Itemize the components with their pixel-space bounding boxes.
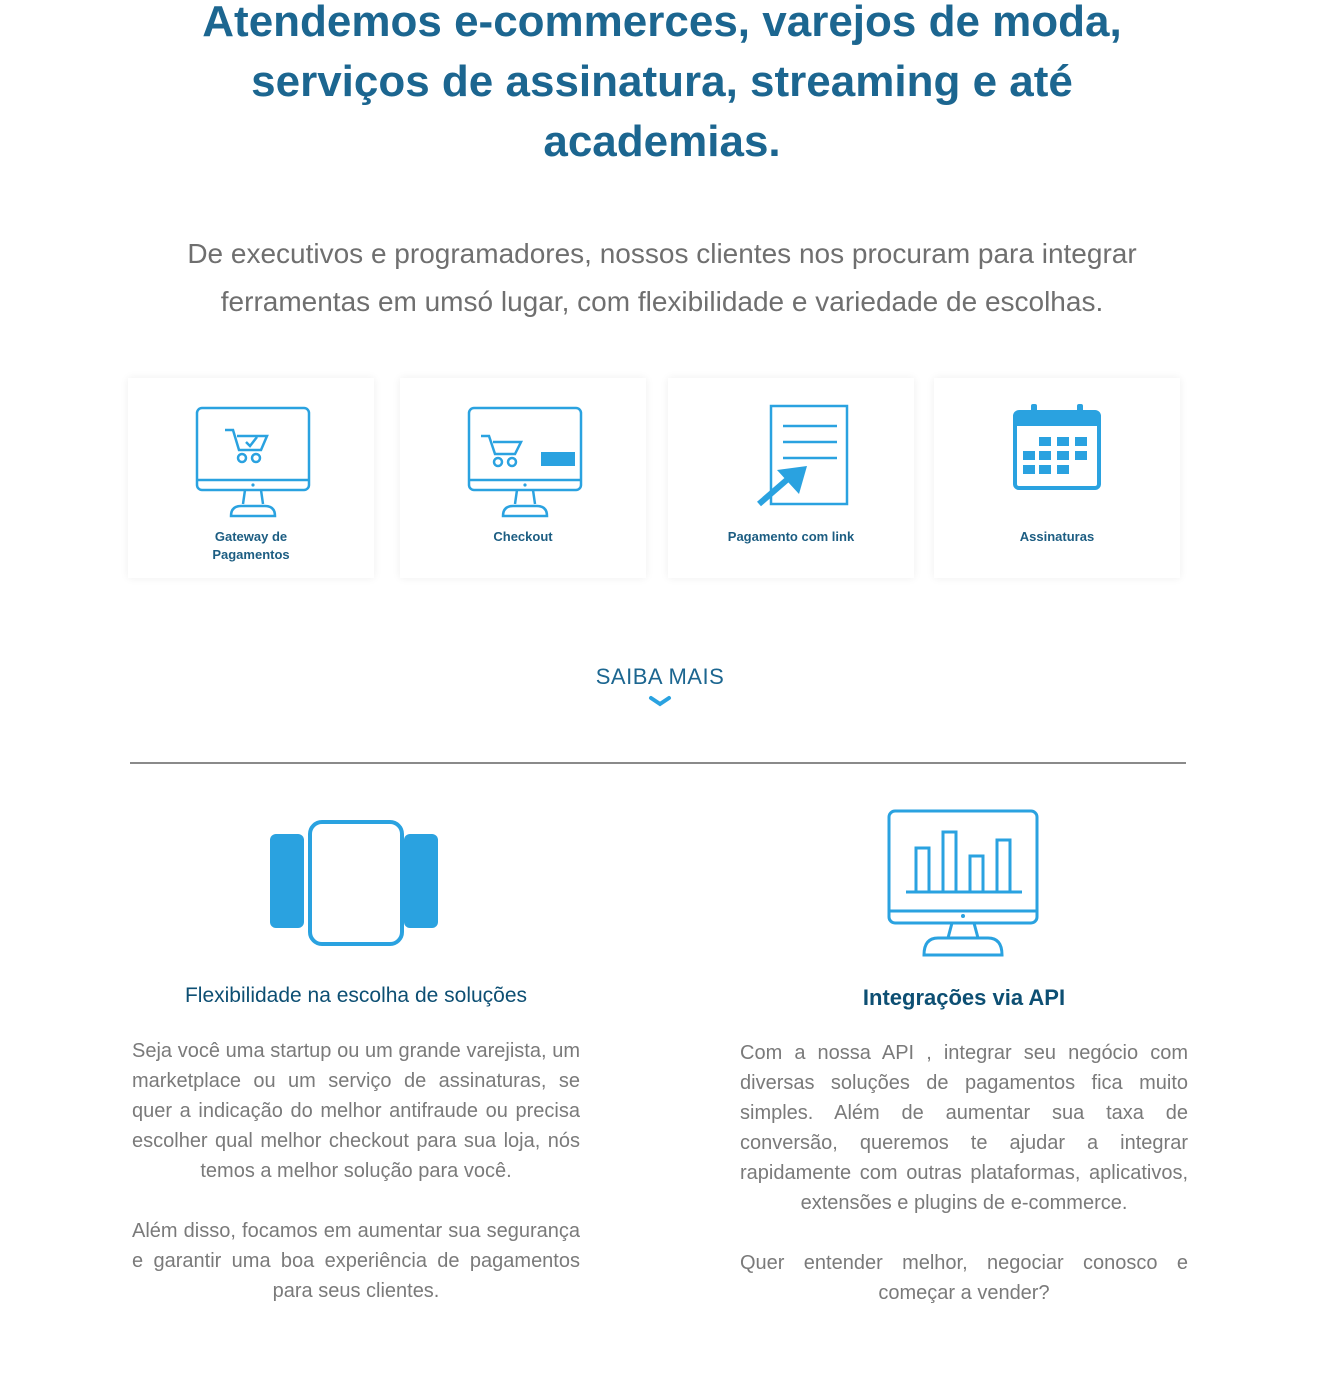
feature-paragraph: Quer entender melhor, negociar conosco e… <box>740 1252 1188 1304</box>
card-label: Assinaturas <box>1019 529 1095 544</box>
card-gateway[interactable]: Gateway de Pagamentos <box>128 378 374 578</box>
card-label: Checkout <box>493 529 553 544</box>
feature-flexibility: Flexibilidade na escolha de soluções Sej… <box>132 800 580 1306</box>
feature-paragraph: Além disso, focamos em aumentar sua segu… <box>132 1220 580 1302</box>
panels-icon <box>132 800 580 966</box>
solution-cards: Gateway de Pagamentos Checkout Pagamento… <box>128 378 1188 578</box>
monitor-cart-card-icon <box>400 404 646 524</box>
intro-text: De executivos e programadores, nossos cl… <box>187 238 1137 317</box>
calendar-icon <box>934 404 1180 524</box>
feature-api: Integrações via API Com a nossa API , in… <box>740 800 1188 1308</box>
card-subscriptions[interactable]: Assinaturas <box>934 378 1180 578</box>
card-payment-link[interactable]: Pagamento com link <box>668 378 914 578</box>
feature-title: Integrações via API <box>862 985 1066 1010</box>
feature-paragraph: Seja você uma startup ou um grande varej… <box>132 1040 580 1182</box>
feature-paragraph: Com a nossa API , integrar seu negócio c… <box>740 1042 1188 1214</box>
page-headline: Atendemos e-commerces, varejos de moda, … <box>202 0 1122 166</box>
feature-title: Flexibilidade na escolha de soluções <box>184 984 528 1007</box>
saiba-mais-label: SAIBA MAIS <box>595 664 725 689</box>
saiba-mais-link[interactable]: SAIBA MAIS <box>560 660 760 708</box>
card-checkout[interactable]: Checkout <box>400 378 646 578</box>
monitor-cart-check-icon <box>128 404 374 524</box>
monitor-bar-chart-icon <box>740 800 1188 966</box>
chevron-down-icon <box>649 696 671 707</box>
card-label: Gateway de Pagamentos <box>212 529 290 562</box>
document-arrow-icon <box>668 404 914 524</box>
card-label: Pagamento com link <box>727 529 855 544</box>
section-divider <box>130 762 1186 764</box>
